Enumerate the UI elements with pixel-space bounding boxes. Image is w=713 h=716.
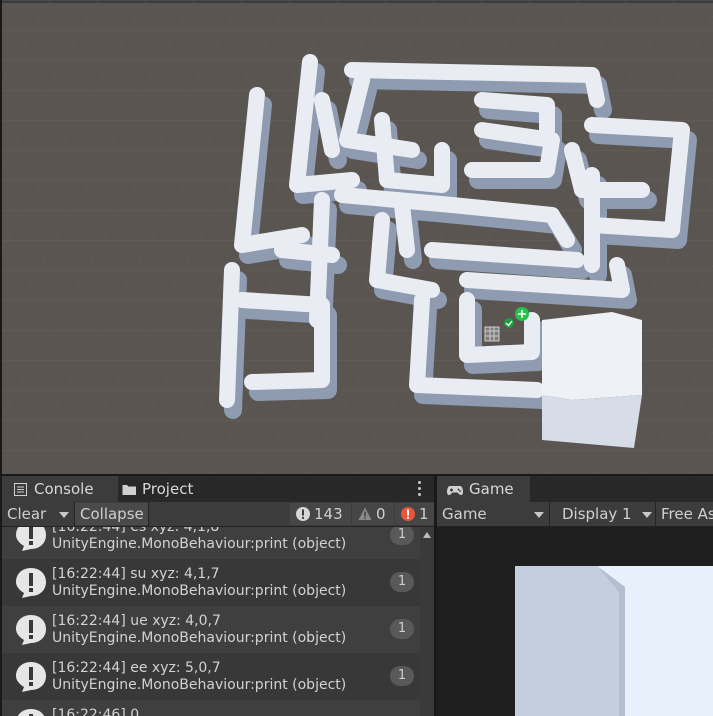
collapse-toggle-label: Collapse: [80, 505, 144, 523]
error-count: 1: [419, 505, 429, 523]
gamepad-icon: [447, 482, 463, 496]
tab-project[interactable]: Project: [122, 476, 232, 502]
clear-options-dropdown[interactable]: [52, 503, 74, 525]
tab-console[interactable]: Console: [2, 476, 118, 502]
log-source: UnityEngine.MonoBehaviour:print (object): [52, 630, 347, 646]
info-message-icon: [16, 527, 46, 551]
panel-menu-icon[interactable]: [418, 481, 422, 497]
log-entry[interactable]: [16:22:44] ue xyz: 4,0,7 UnityEngine.Mon…: [2, 606, 420, 653]
tab-game-label: Game: [469, 480, 514, 498]
log-count-badge: 1: [390, 619, 414, 639]
log-entry[interactable]: [16:22:44] es xyz: 4,1,8 UnityEngine.Mon…: [2, 527, 420, 559]
log-count-badge: 1: [390, 527, 414, 545]
log-count-badge: 1: [390, 572, 414, 592]
view-select-label: Game: [442, 505, 487, 523]
folder-icon: [122, 482, 136, 496]
aspect-select-label: Free Aspect: [661, 505, 713, 523]
warning-count: 0: [376, 505, 386, 523]
display-select-label: Display 1: [562, 505, 632, 523]
collapse-toggle[interactable]: Collapse: [75, 503, 148, 525]
log-count-badge: 1: [390, 666, 414, 686]
log-source: UnityEngine.MonoBehaviour:print (object): [52, 536, 347, 552]
clear-button-label: Clear: [7, 505, 47, 523]
log-message: [16:22:44] su xyz: 4,1,7: [52, 566, 220, 582]
info-filter-toggle[interactable]: 143: [290, 503, 351, 525]
clear-button[interactable]: Clear: [2, 503, 57, 525]
aspect-select[interactable]: Free Aspect: [656, 503, 713, 525]
log-entry[interactable]: [16:22:44] ee xyz: 5,0,7 UnityEngine.Mon…: [2, 653, 420, 700]
game-viewport[interactable]: [437, 527, 713, 716]
check-gizmo-icon[interactable]: [504, 318, 514, 328]
info-count: 143: [314, 505, 343, 523]
error-filter-toggle[interactable]: 1: [395, 503, 434, 525]
error-icon: [401, 507, 415, 521]
view-select[interactable]: Game: [437, 503, 549, 525]
info-message-icon: [16, 662, 46, 692]
console-scrollbar[interactable]: [420, 527, 434, 716]
log-source: UnityEngine.MonoBehaviour:print (object): [52, 583, 347, 599]
scroll-up-icon[interactable]: [423, 532, 431, 538]
info-icon: [296, 507, 310, 521]
log-message: [16:22:44] es xyz: 4,1,8: [52, 527, 220, 535]
game-render: [515, 566, 713, 716]
console-log-list[interactable]: [16:22:44] es xyz: 4,1,8 UnityEngine.Mon…: [2, 527, 420, 716]
tab-console-label: Console: [34, 480, 94, 498]
tab-project-label: Project: [142, 480, 194, 498]
chevron-down-icon: [534, 512, 544, 518]
log-source: UnityEngine.MonoBehaviour:print (object): [52, 677, 347, 693]
console-toolbar: Clear Collapse 143 0 1: [2, 502, 434, 527]
warning-filter-toggle[interactable]: 0: [352, 503, 394, 525]
toolbar-divider: [148, 502, 149, 526]
log-entry[interactable]: [16:22:46] 0: [2, 700, 420, 716]
tab-game[interactable]: Game: [437, 476, 530, 502]
game-panel: Game Game Display 1 Free Aspect: [437, 476, 713, 716]
display-select[interactable]: Display 1: [550, 503, 655, 525]
log-entry[interactable]: [16:22:44] su xyz: 4,1,7 UnityEngine.Mon…: [2, 559, 420, 606]
log-message: [16:22:46] 0: [52, 707, 140, 716]
info-message-icon: [16, 568, 46, 598]
console-icon: [14, 482, 28, 496]
warning-icon: [358, 507, 372, 521]
info-message-icon: [17, 709, 45, 716]
console-tab-bar: Console Project: [2, 476, 434, 502]
chevron-down-icon: [59, 512, 69, 518]
maze-render: [2, 0, 713, 474]
log-message: [16:22:44] ee xyz: 5,0,7: [52, 660, 221, 676]
scene-view[interactable]: [2, 0, 713, 474]
player-object[interactable]: [484, 326, 500, 342]
log-message: [16:22:44] ue xyz: 4,0,7: [52, 613, 221, 629]
info-message-icon: [16, 615, 46, 645]
game-toolbar: Game Display 1 Free Aspect: [437, 502, 713, 527]
console-panel: Console Project Clear Collapse 143 0 1 […: [2, 476, 434, 716]
game-tab-bar: Game: [437, 476, 713, 502]
chevron-down-icon: [642, 512, 652, 518]
